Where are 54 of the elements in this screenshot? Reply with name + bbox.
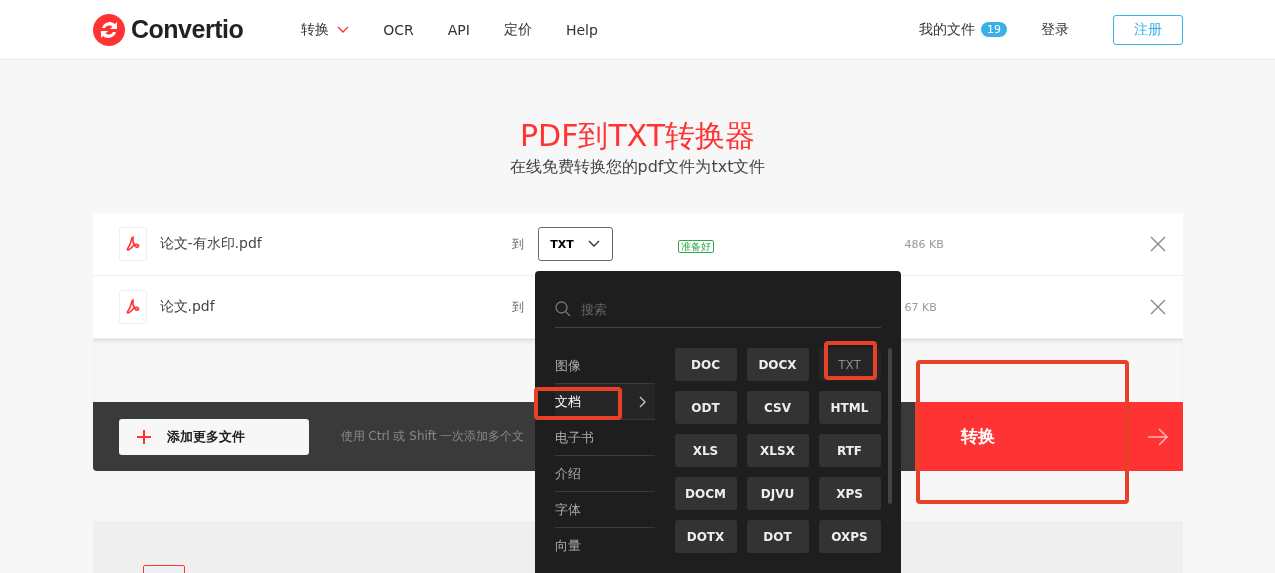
file-name: 论文-有水印.pdf [159,235,263,253]
format-option[interactable]: DOCM [674,477,737,510]
chevron-down-icon [337,25,350,34]
pdf-file-icon [118,290,147,324]
arrow-right-icon[interactable] [1146,427,1169,447]
format-option[interactable]: ODT [674,391,737,424]
my-files-link[interactable]: 我的文件 [919,20,975,39]
nav-link[interactable]: 定价 [503,20,532,39]
status-badge: 准备好 [677,239,714,253]
close-icon[interactable] [1149,299,1166,315]
convert-button[interactable]: 转换 [914,402,1183,471]
chevron-right-icon [638,395,647,408]
format-option[interactable]: RTF [818,434,881,467]
file-size: 67 KB [904,300,938,314]
scrollbar[interactable] [887,348,892,504]
nav-link[interactable]: OCR [383,20,414,39]
login-link[interactable]: 登录 [1041,20,1069,39]
nav-link[interactable]: 转换 [301,20,350,39]
logo-text[interactable]: Convertio [131,15,244,44]
search-icon [554,301,571,317]
search-field[interactable]: 搜索 [578,300,833,318]
format-option[interactable]: XLS [674,434,737,467]
file-name: 论文.pdf [159,298,216,316]
page-subtitle: 在线免费转换您的pdf文件为txt文件 [508,156,767,178]
format-option[interactable]: DOC [674,348,737,381]
chevron-down-icon [587,240,600,248]
format-option[interactable]: DOT [746,520,809,553]
category-item[interactable]: 字体 [554,492,655,528]
format-option[interactable]: XPS [818,477,881,510]
file-count-badge: 19 [981,22,1007,37]
plus-icon [136,429,151,444]
category-item[interactable]: 电子书 [554,420,655,456]
category-item[interactable]: 向量 [554,528,655,563]
format-option[interactable]: XLSX [746,434,809,467]
to-label: 到 [511,235,525,253]
nav-link[interactable]: API [447,20,470,39]
format-option[interactable]: DOTX [674,520,737,553]
page-title: PDF到TXT转换器 [518,118,757,154]
format-option[interactable]: DJVU [746,477,809,510]
format-select[interactable]: TXT [537,227,613,261]
format-option[interactable]: OXPS [818,520,881,553]
nav-link[interactable]: Help [565,20,598,39]
file-size: 486 KB [904,237,945,251]
pdf-file-icon [118,227,147,261]
highlight-frame [824,341,877,380]
logo-icon [93,13,125,46]
hint-text: 使用 Ctrl 或 Shift 一次添加多个文 [340,428,525,445]
to-label: 到 [511,298,525,316]
close-icon[interactable] [1149,236,1166,252]
add-files-button[interactable]: 添加更多文件 [118,418,309,455]
format-option[interactable]: DOCX [746,348,809,381]
category-item[interactable]: 介绍 [554,456,655,492]
format-option[interactable]: CSV [746,391,809,424]
format-option[interactable]: HTML [818,391,881,424]
